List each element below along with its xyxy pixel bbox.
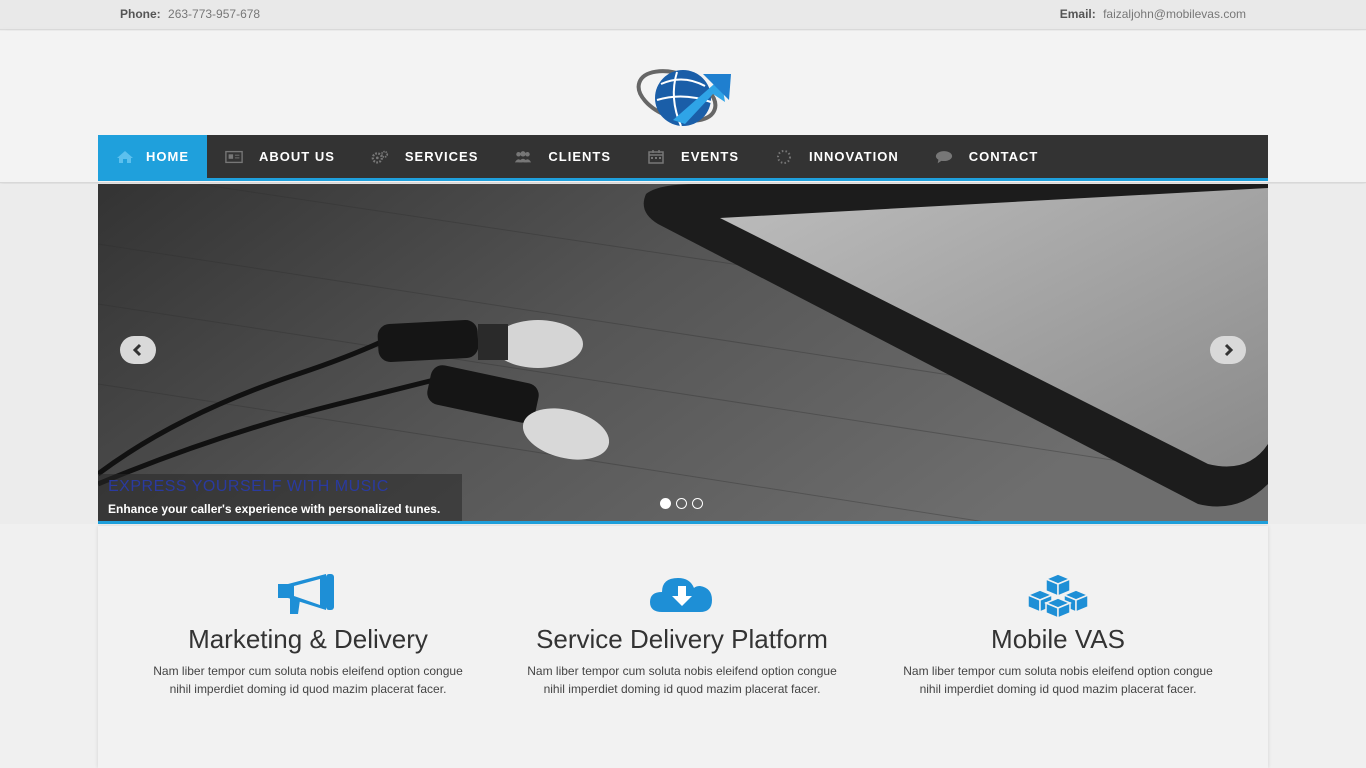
features-section: Marketing & Delivery Nam liber tempor cu… [98, 526, 1268, 768]
nav-item-label: HOME [146, 149, 189, 164]
home-icon [117, 150, 133, 163]
slide-image [98, 184, 1268, 521]
calendar-icon [648, 149, 664, 164]
slider-next-button[interactable] [1210, 336, 1246, 364]
email-info: Email: faizaljohn@mobilevas.com [1060, 7, 1246, 21]
feature-text: Nam liber tempor cum soluta nobis eleife… [153, 664, 463, 696]
main-nav: HOME ABOUT US SERVICES CLIENTS EVENTS IN… [98, 135, 1268, 181]
nav-item-label: ABOUT US [259, 149, 335, 164]
nav-item-label: CONTACT [968, 149, 1039, 164]
chevron-left-icon [132, 343, 142, 357]
phone-label: Phone: [120, 7, 161, 21]
chat-bubble-icon [935, 150, 952, 163]
nav-item-label: INNOVATION [809, 149, 899, 164]
megaphone-icon [278, 574, 334, 614]
phone-number[interactable]: 263-773-957-678 [168, 7, 260, 21]
nav-item-contact[interactable]: CONTACT [917, 135, 1057, 178]
logo[interactable] [633, 64, 733, 134]
nav-item-label: CLIENTS [548, 149, 612, 164]
newspaper-icon [225, 150, 243, 163]
hero-slider: Express Yourself With Music Enhance your… [98, 184, 1268, 524]
email-link[interactable]: faizaljohn@mobilevas.com [1103, 7, 1246, 21]
nav-item-label: SERVICES [404, 149, 479, 164]
cubes-icon [1026, 573, 1090, 620]
nav-item-events[interactable]: EVENTS [629, 135, 757, 178]
email-label: Email: [1059, 7, 1096, 21]
feature-marketing: Marketing & Delivery Nam liber tempor cu… [138, 526, 478, 698]
feature-title: Mobile VAS [991, 624, 1125, 654]
slide-caption: Express Yourself With Music Enhance your… [98, 474, 462, 521]
feature-title: Marketing & Delivery [188, 624, 428, 654]
top-bar: Phone: 263-773-957-678 Email: faizaljohn… [0, 0, 1366, 30]
nav-item-services[interactable]: SERVICES [353, 135, 497, 178]
spinner-icon [777, 149, 792, 164]
slider-pagination [660, 498, 703, 509]
slider-dot-3[interactable] [692, 498, 703, 509]
slide-caption-title: Express Yourself With Music [108, 478, 389, 495]
slider-dot-2[interactable] [676, 498, 687, 509]
nav-item-clients[interactable]: CLIENTS [496, 135, 629, 178]
phone-info: Phone: 263-773-957-678 [120, 7, 260, 21]
chevron-right-icon [1224, 343, 1234, 357]
slider-prev-button[interactable] [120, 336, 156, 364]
nav-item-about-us[interactable]: ABOUT US [207, 135, 353, 178]
gears-icon [371, 150, 388, 164]
feature-title: Service Delivery Platform [536, 624, 828, 654]
nav-item-label: EVENTS [681, 149, 740, 164]
nav-item-home[interactable]: HOME [98, 135, 207, 178]
slide-caption-text: Enhance your caller's experience with pe… [108, 502, 441, 516]
nav-item-innovation[interactable]: INNOVATION [757, 135, 917, 178]
users-icon [515, 150, 532, 162]
feature-text: Nam liber tempor cum soluta nobis eleife… [903, 664, 1213, 696]
feature-service-delivery: Service Delivery Platform Nam liber temp… [512, 526, 852, 698]
feature-mobile-vas: Mobile VAS Nam liber tempor cum soluta n… [888, 526, 1228, 698]
slider-dot-1[interactable] [660, 498, 671, 509]
feature-text: Nam liber tempor cum soluta nobis eleife… [527, 664, 837, 696]
cloud-download-icon [650, 578, 712, 612]
